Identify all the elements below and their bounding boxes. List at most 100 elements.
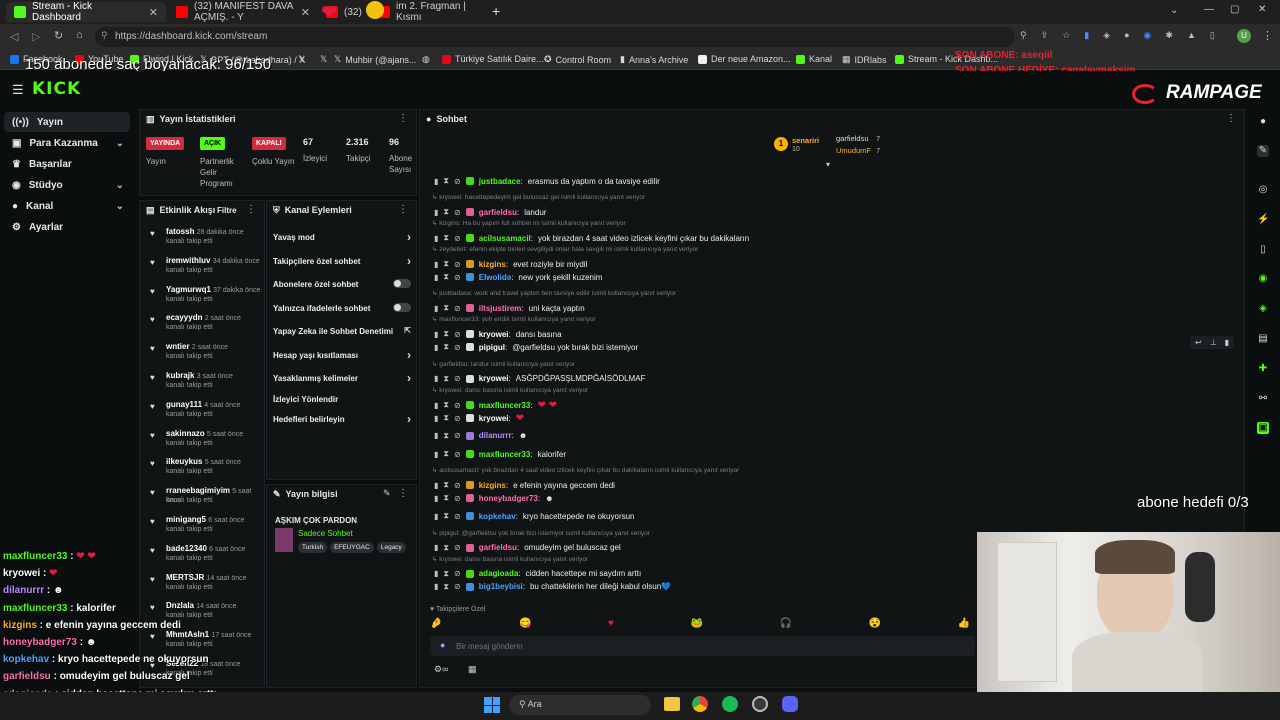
delete-message-icon[interactable]: ▮ bbox=[434, 431, 438, 440]
chat-message[interactable]: ▮ ⧗ ⊘ dilanurrr: ☻ bbox=[434, 431, 527, 441]
toggle-switch[interactable] bbox=[393, 303, 411, 312]
forward-icon[interactable]: ▷ bbox=[32, 30, 40, 43]
sidebar-item-para-kazanma[interactable]: ▣ Para Kazanma ⌄ bbox=[4, 133, 130, 153]
sidepanel-icon[interactable]: ▯ bbox=[1210, 30, 1215, 44]
studio-icon[interactable]: ▣ bbox=[1257, 422, 1269, 434]
ban-icon[interactable]: ⊘ bbox=[454, 582, 461, 591]
timeout-icon[interactable]: ⧗ bbox=[443, 207, 449, 217]
toggle-switch[interactable] bbox=[393, 279, 411, 288]
chat-message[interactable]: ▮ ⧗ ⊘ acilsusamacil: yok birazdan 4 saat vid… bbox=[434, 233, 749, 243]
chat-message[interactable]: ▮ ⧗ ⊘ iltsjustirem: uni kaçta yaptın bbox=[434, 303, 585, 313]
chat-message[interactable]: ▮ ⧗ ⊘ garfieldsu: omudeyim gel buluscaz gel bbox=[434, 543, 621, 553]
channel-action-item[interactable]: Abonelere özel sohbet bbox=[273, 279, 411, 289]
site-info-icon[interactable]: ⚲ bbox=[101, 30, 108, 41]
timeout-icon[interactable]: ⧗ bbox=[443, 272, 449, 282]
category-label[interactable]: Sadece Sohbet bbox=[298, 529, 353, 538]
extension-icon[interactable]: ▲ bbox=[1187, 30, 1196, 44]
ban-icon[interactable]: ⊘ bbox=[454, 330, 461, 339]
chat-message[interactable]: ▮ ⧗ ⊘ maxfluncer33: ❤ ❤ bbox=[434, 400, 557, 411]
ban-icon[interactable]: ⊘ bbox=[454, 569, 461, 578]
activity-item[interactable]: ♥ iremwithluv 34 dakika önce kanalı takip … bbox=[140, 256, 264, 284]
share-icon[interactable]: ⚯ bbox=[1257, 393, 1269, 405]
emote-icon[interactable]: 🐸 bbox=[690, 618, 702, 629]
activity-item[interactable]: ♥ gunay111 4 saat önce kanalı takip etti bbox=[140, 400, 264, 428]
delete-message-icon[interactable]: ▮ bbox=[434, 494, 438, 503]
back-icon[interactable]: ◁ bbox=[10, 30, 18, 43]
chat-username[interactable]: Elwolidə bbox=[479, 273, 511, 282]
timeout-icon[interactable]: ⧗ bbox=[443, 449, 449, 459]
star-icon[interactable]: ☆ bbox=[1062, 30, 1070, 44]
chat-message[interactable]: ▮ ⧗ ⊘ kryowei: ASĞPDĞPASŞLMDPĞAİSÖDLMAF bbox=[434, 374, 645, 384]
bookmark-item[interactable]: 𝕏 Muhbir (@ajans... bbox=[334, 54, 416, 65]
extension-icon[interactable]: ● bbox=[1124, 30, 1129, 44]
channel-action-item[interactable]: İzleyici Yönlendir bbox=[273, 395, 411, 404]
puzzle-icon[interactable]: ✱ bbox=[1165, 30, 1173, 44]
chat-username[interactable]: kizgins bbox=[479, 260, 506, 269]
share-icon[interactable]: ⇪ bbox=[1041, 30, 1049, 44]
hamburger-menu-icon[interactable]: ☰ bbox=[12, 82, 24, 98]
top-chatter-name[interactable]: senariri bbox=[792, 136, 819, 145]
bookmark-item[interactable]: ▦ IDRlabs bbox=[842, 54, 887, 65]
timeout-icon[interactable]: ⧗ bbox=[443, 480, 449, 490]
chat-message[interactable]: ▮ ⧗ ⊘ kryowei: dansı basına bbox=[434, 329, 562, 339]
reply-context[interactable]: ↳ zeydebirt: efenin ekipte birileri sevg… bbox=[432, 245, 698, 253]
bookmark-item[interactable]: Der neue Amazon... bbox=[698, 54, 791, 64]
timeout-icon[interactable]: ⧗ bbox=[443, 582, 449, 592]
emote-icon[interactable]: 😵 bbox=[868, 618, 880, 629]
more-options-icon[interactable]: ⋮ bbox=[398, 113, 408, 124]
ban-icon[interactable]: ⊘ bbox=[454, 273, 461, 282]
edit-icon[interactable]: ✎ bbox=[383, 488, 391, 499]
chat-username[interactable]: kryowei bbox=[479, 330, 509, 339]
chat-username[interactable]: honeybadger73 bbox=[479, 494, 538, 503]
sidebar-item-studyo[interactable]: ◉ Stüdyo ⌄ bbox=[4, 175, 130, 195]
profile-avatar[interactable]: U bbox=[1237, 29, 1251, 43]
timeout-icon[interactable]: ⧗ bbox=[443, 176, 449, 186]
bookmark-item[interactable]: ▮ Anna's Archive bbox=[620, 54, 688, 65]
reply-context[interactable]: ↳ kryowei: dansı basına isimli kullanıcı… bbox=[432, 555, 588, 563]
activity-item[interactable]: ♥ minigang5 6 saat önce kanalı takip etti bbox=[140, 515, 264, 543]
taskbar-search[interactable]: ⚲ Ara bbox=[509, 695, 651, 715]
bookmark-icon[interactable]: ▮ bbox=[1084, 30, 1089, 44]
chrome-icon[interactable] bbox=[692, 696, 708, 712]
home-icon[interactable]: ⌂ bbox=[76, 29, 83, 41]
chat-message-input[interactable] bbox=[456, 639, 956, 653]
chat-username[interactable]: adagioada bbox=[479, 569, 519, 578]
channel-action-item[interactable]: Yapay Zeka ile Sohbet Denetimi ⇱ bbox=[273, 326, 411, 336]
ban-icon[interactable]: ⊘ bbox=[454, 234, 461, 243]
delete-message-icon[interactable]: ▮ bbox=[434, 569, 438, 578]
bookmark-item[interactable]: 𝕏 bbox=[320, 54, 327, 65]
ban-icon[interactable]: ⊘ bbox=[454, 481, 461, 490]
chat-message[interactable]: ▮ ⧗ ⊘ Elwolidə: new york şekill kuzenim bbox=[434, 272, 602, 282]
channel-action-item[interactable]: Hesap yaşı kısıtlaması › bbox=[273, 348, 411, 362]
activity-item[interactable]: ♥ ecayyydn 2 saat önce kanalı takip etti bbox=[140, 313, 264, 341]
info-icon[interactable]: ● bbox=[1257, 116, 1269, 128]
close-tab-icon[interactable]: ✕ bbox=[149, 6, 158, 19]
top-chatter-name[interactable]: garfieldsu bbox=[836, 134, 869, 143]
channel-action-item[interactable]: Yasaklanmış kelimeler › bbox=[273, 371, 411, 385]
activity-item[interactable]: ♥ wntier 2 saat önce kanalı takip etti bbox=[140, 342, 264, 370]
more-options-icon[interactable]: ⋮ bbox=[398, 488, 408, 499]
timeout-icon[interactable]: ⧗ bbox=[443, 569, 449, 579]
kick-logo[interactable]: KICK bbox=[32, 79, 81, 99]
chat-username[interactable]: maxfluncer33 bbox=[479, 450, 531, 459]
timeout-icon[interactable]: ⧗ bbox=[443, 493, 449, 503]
tab-search-icon[interactable]: ⌄ bbox=[1170, 5, 1178, 16]
delete-message-icon[interactable]: ▮ bbox=[434, 234, 438, 243]
chat-username[interactable]: justbadace bbox=[479, 177, 521, 186]
delete-message-icon[interactable]: ▮ bbox=[434, 208, 438, 217]
chat-username[interactable]: dilanurrr bbox=[479, 431, 512, 440]
ban-icon[interactable]: ⊘ bbox=[454, 208, 461, 217]
windows-start-icon[interactable] bbox=[484, 697, 500, 713]
delete-message-icon[interactable]: ▮ bbox=[434, 582, 438, 591]
reply-context[interactable]: ↳ garfieldsu: landur isimli kullanıcıya … bbox=[432, 360, 575, 368]
emote-icon[interactable]: 👍 bbox=[957, 618, 969, 629]
reload-icon[interactable]: ↻ bbox=[54, 29, 63, 42]
chat-username[interactable]: garfieldsu bbox=[479, 208, 517, 217]
delete-message-icon[interactable]: ▮ bbox=[434, 512, 438, 521]
chat-username[interactable]: big1beybisi bbox=[479, 582, 523, 591]
chat-message[interactable]: ▮ ⧗ ⊘ maxfluncer33: kalorifer bbox=[434, 449, 566, 459]
chat-message[interactable]: ▮ ⧗ ⊘ adagioada: cidden hacettepe mi saydım … bbox=[434, 569, 641, 579]
menu-kebab-icon[interactable]: ⋮ bbox=[1262, 29, 1273, 42]
chat-message[interactable]: ▮ ⧗ ⊘ pipigul: @garfieldsu yok bırak bizi is… bbox=[434, 342, 638, 352]
url-field[interactable]: ⚲ https://dashboard.kick.com/stream bbox=[95, 27, 1015, 47]
